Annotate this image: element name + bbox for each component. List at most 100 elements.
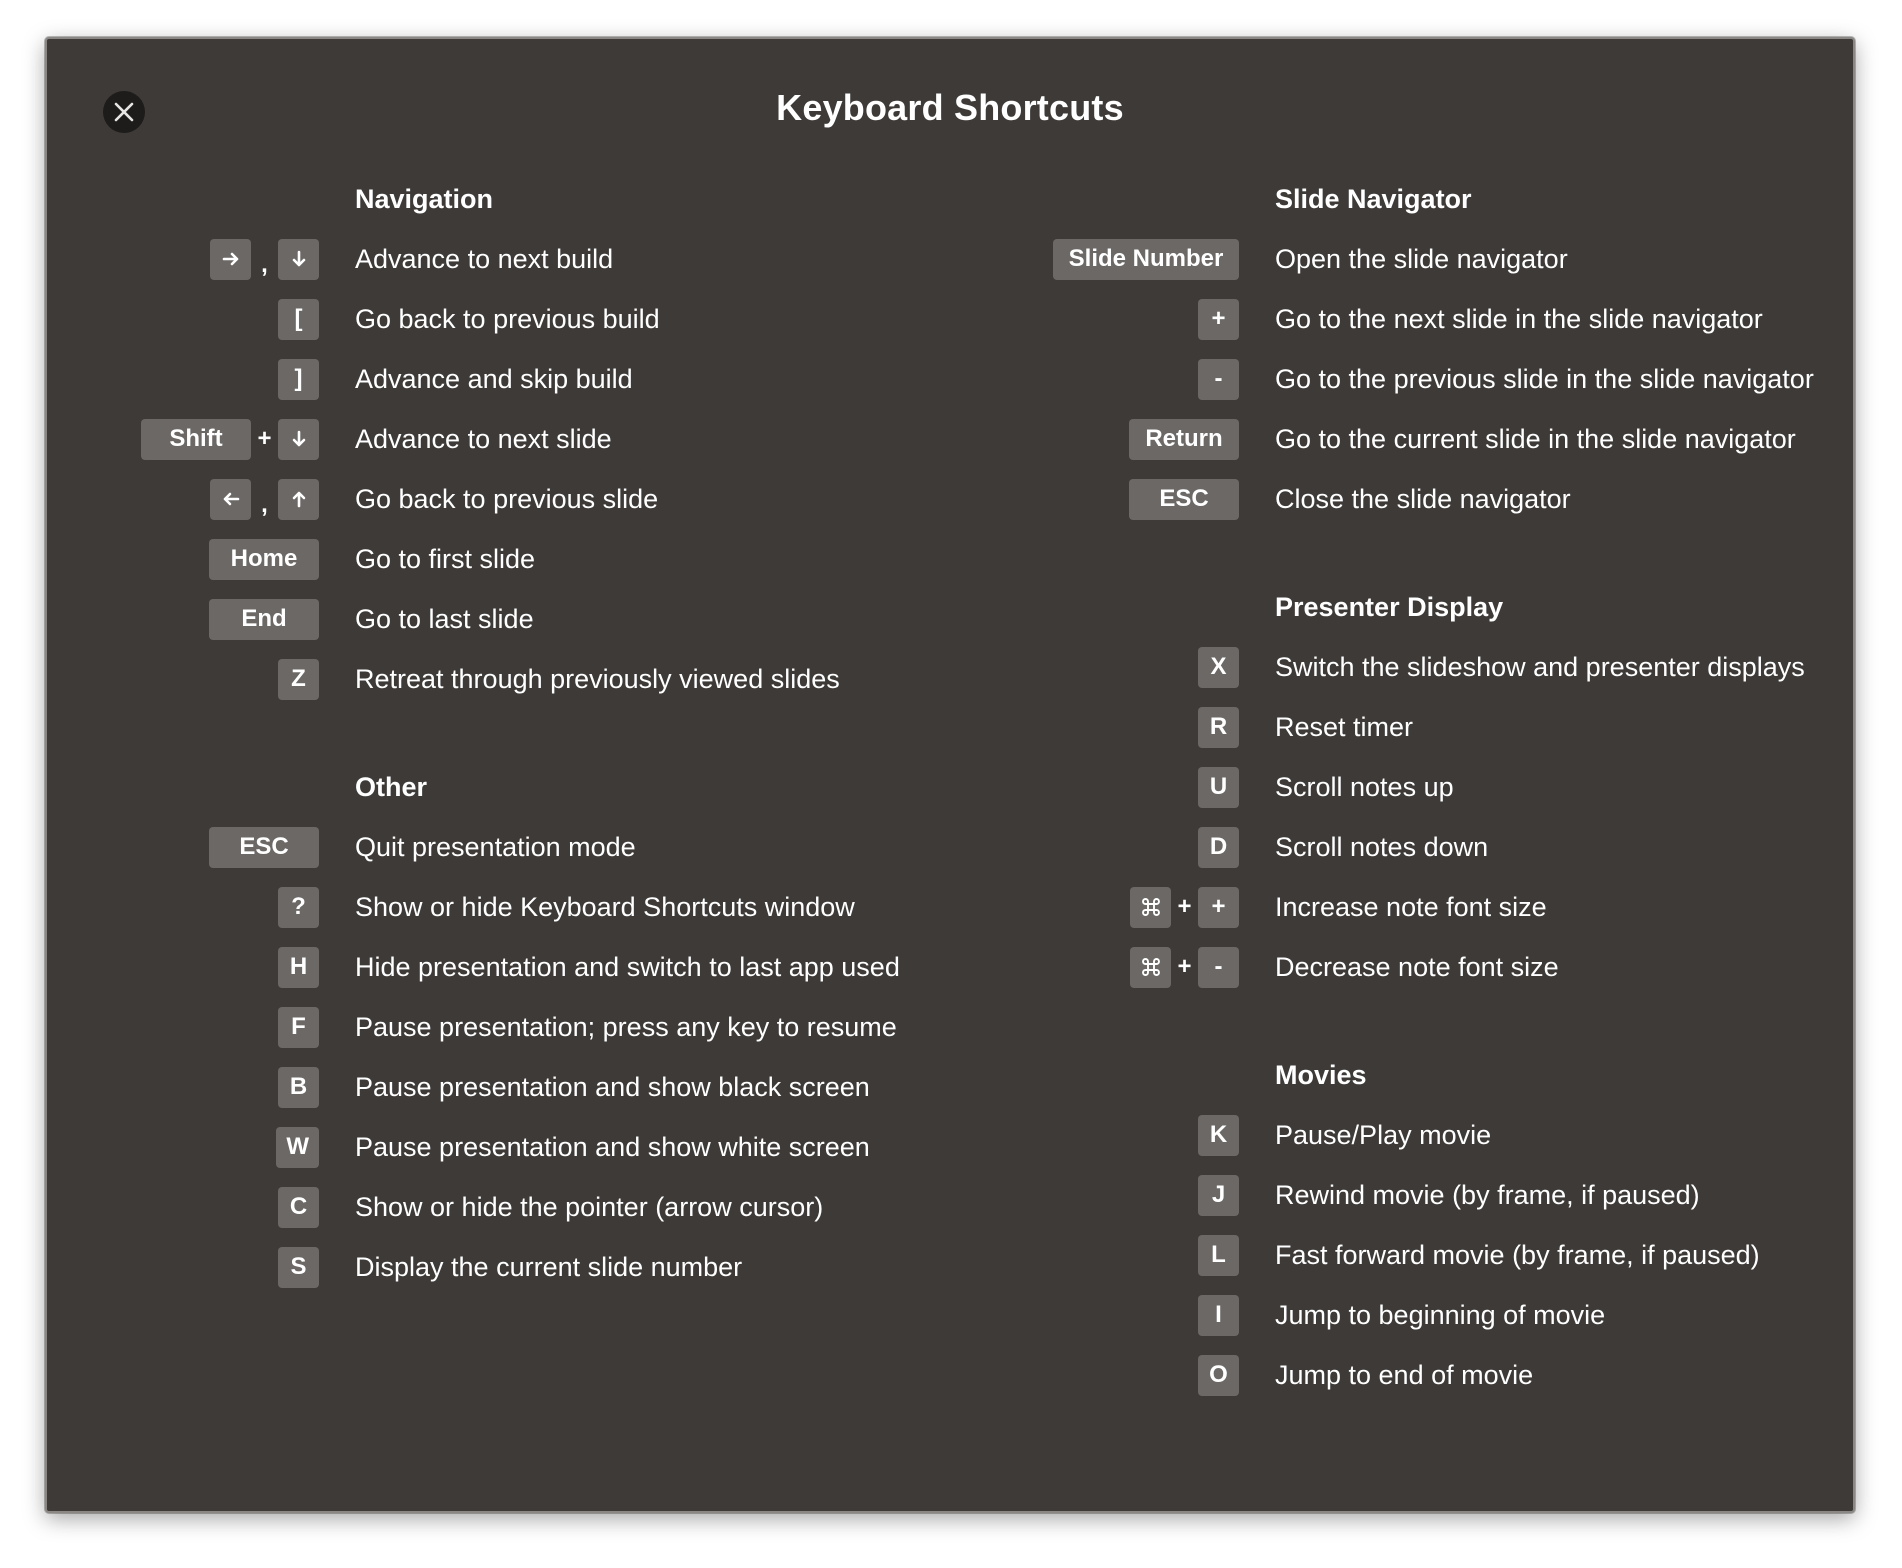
shortcut-description: Go back to previous build xyxy=(355,303,660,334)
shortcut-row: U Scroll notes up xyxy=(917,757,1857,817)
shortcut-row: K Pause/Play movie xyxy=(917,1105,1857,1165)
shortcut-description: Jump to beginning of movie xyxy=(1275,1299,1606,1330)
esc-key[interactable]: ESC xyxy=(209,826,319,868)
x-key[interactable]: X xyxy=(1198,646,1239,688)
shortcut-description: Go to last slide xyxy=(355,603,534,634)
shortcut-description: Advance and skip build xyxy=(355,363,633,394)
return-key[interactable]: Return xyxy=(1129,418,1239,460)
navigation-section: Navigation , Advance to next build [Go … xyxy=(47,169,947,709)
shortcut-description: Reset timer xyxy=(1275,711,1414,742)
shortcut-row: F Pause presentation; press any key to r… xyxy=(47,997,947,1057)
shortcut-description: Go to first slide xyxy=(355,543,536,574)
shortcut-keys: End xyxy=(47,598,319,640)
shortcut-row: End Go to last slide xyxy=(47,589,947,649)
d-key[interactable]: D xyxy=(1198,826,1239,868)
c-key[interactable]: C xyxy=(278,1186,319,1228)
b-key[interactable]: B xyxy=(278,1066,319,1108)
shortcut-row: , Go back to previous slide xyxy=(47,469,947,529)
plus-key[interactable]: + xyxy=(1198,298,1239,340)
shortcut-row: X Switch the slideshow and presenter dis… xyxy=(917,637,1857,697)
shortcut-row: I Jump to beginning of movie xyxy=(917,1285,1857,1345)
shortcut-keys: X xyxy=(917,646,1239,688)
shortcut-keys: F xyxy=(47,1006,319,1048)
h-key[interactable]: H xyxy=(278,946,319,988)
shortcut-row: Return Go to the current slide in the sl… xyxy=(917,409,1857,469)
s-key[interactable]: S xyxy=(278,1246,319,1288)
command-key[interactable] xyxy=(1130,886,1171,928)
minus-key[interactable]: - xyxy=(1198,358,1239,400)
shortcut-description: Decrease note font size xyxy=(1275,951,1559,982)
command-key[interactable] xyxy=(1130,946,1171,988)
shortcut-keys: ESC xyxy=(47,826,319,868)
right-bracket-key[interactable]: ] xyxy=(278,358,319,400)
home-key[interactable]: Home xyxy=(209,538,319,580)
slide-number-key[interactable]: Slide Number xyxy=(1053,238,1239,280)
shortcut-row: C Show or hide the pointer (arrow cursor… xyxy=(47,1177,947,1237)
r-key[interactable]: R xyxy=(1198,706,1239,748)
u-key[interactable]: U xyxy=(1198,766,1239,808)
key-separator: , xyxy=(261,251,268,278)
shortcut-description: Advance to next build xyxy=(355,243,614,274)
command-icon xyxy=(1141,957,1161,977)
left-bracket-key[interactable]: [ xyxy=(278,298,319,340)
command-icon xyxy=(1141,897,1161,917)
k-key[interactable]: K xyxy=(1198,1114,1239,1156)
shortcut-row: ESC Quit presentation mode xyxy=(47,817,947,877)
section-heading-other: Other xyxy=(355,772,428,802)
shortcut-keys: ] xyxy=(47,358,319,400)
shortcut-keys: L xyxy=(917,1234,1239,1276)
shortcut-keys: Home xyxy=(47,538,319,580)
shortcut-description: Advance to next slide xyxy=(355,423,612,454)
shortcut-row: L Fast forward movie (by frame, if pause… xyxy=(917,1225,1857,1285)
presenter-display-section: Presenter Display X Switch the slideshow… xyxy=(917,577,1857,997)
z-key[interactable]: Z xyxy=(278,658,319,700)
minus-key[interactable]: - xyxy=(1198,946,1239,988)
shortcut-row: S Display the current slide number xyxy=(47,1237,947,1297)
o-key[interactable]: O xyxy=(1198,1354,1239,1396)
window-title: Keyboard Shortcuts xyxy=(776,87,1124,128)
arrow-left-key[interactable] xyxy=(210,478,251,520)
shift-key[interactable]: Shift xyxy=(141,418,251,460)
esc-key[interactable]: ESC xyxy=(1129,478,1239,520)
shortcut-keys: U xyxy=(917,766,1239,808)
arrow-down-key[interactable] xyxy=(278,418,319,460)
shortcut-description: Increase note font size xyxy=(1275,891,1547,922)
question-mark-key[interactable]: ? xyxy=(278,886,319,928)
arrow-up-key[interactable] xyxy=(278,478,319,520)
keyboard-shortcuts-window: Keyboard Shortcuts Navigation , Advance … xyxy=(45,37,1855,1513)
end-key[interactable]: End xyxy=(209,598,319,640)
j-key[interactable]: J xyxy=(1198,1174,1239,1216)
shortcut-description: Display the current slide number xyxy=(355,1251,743,1282)
w-key[interactable]: W xyxy=(276,1126,319,1168)
shortcut-row: W Pause presentation and show white scre… xyxy=(47,1117,947,1177)
shortcut-keys: Return xyxy=(917,418,1239,460)
arrow-up-icon xyxy=(290,490,308,508)
i-key[interactable]: I xyxy=(1198,1294,1239,1336)
shortcut-keys: R xyxy=(917,706,1239,748)
arrow-down-icon xyxy=(290,250,308,268)
shortcut-description: Switch the slideshow and presenter displ… xyxy=(1275,651,1805,682)
shortcut-description: Go to the next slide in the slide naviga… xyxy=(1275,303,1763,334)
shortcut-keys: ESC xyxy=(917,478,1239,520)
shortcut-description: Go to the current slide in the slide nav… xyxy=(1275,423,1796,454)
f-key[interactable]: F xyxy=(278,1006,319,1048)
shortcut-keys: , xyxy=(47,478,319,520)
plus-key[interactable]: + xyxy=(1198,886,1239,928)
shortcut-description: Pause presentation; press any key to res… xyxy=(355,1011,897,1042)
shortcut-row: Z Retreat through previously viewed slid… xyxy=(47,649,947,709)
shortcut-keys: [ xyxy=(47,298,319,340)
arrow-down-key[interactable] xyxy=(278,238,319,280)
key-separator: + xyxy=(257,425,272,452)
shortcut-description: Go back to previous slide xyxy=(355,483,659,514)
shortcut-row: Home Go to first slide xyxy=(47,529,947,589)
key-separator: + xyxy=(1177,953,1192,980)
shortcut-description: Quit presentation mode xyxy=(355,831,636,862)
shortcut-row: D Scroll notes down xyxy=(917,817,1857,877)
section-heading-navigation: Navigation xyxy=(355,184,494,214)
shortcut-keys: I xyxy=(917,1294,1239,1336)
shortcut-description: Pause/Play movie xyxy=(1275,1119,1492,1150)
shortcut-keys: Shift + xyxy=(47,418,319,460)
shortcut-row: , Advance to next build xyxy=(47,229,947,289)
arrow-right-key[interactable] xyxy=(210,238,251,280)
l-key[interactable]: L xyxy=(1198,1234,1239,1276)
